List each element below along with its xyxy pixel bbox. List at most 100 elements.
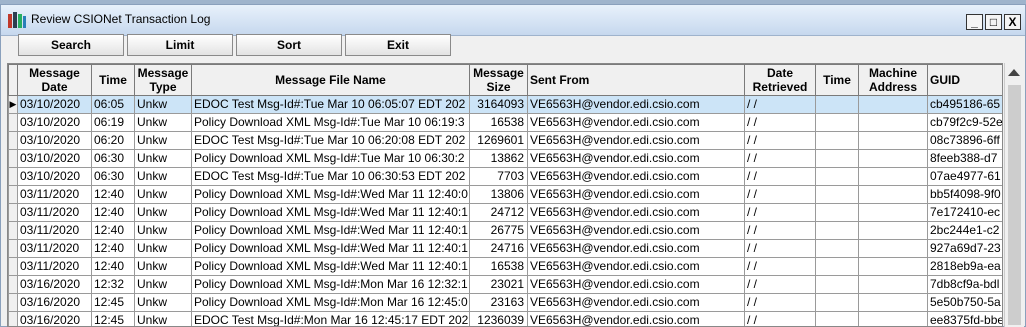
col-message-type[interactable]: Message Type	[134, 64, 192, 96]
cell-time-retrieved	[815, 293, 859, 312]
table-row[interactable]: 03/10/2020 06:30 Unkw Policy Download XML M…	[8, 149, 1002, 168]
cell-type: Unkw	[134, 203, 192, 222]
close-icon: X	[1008, 15, 1017, 29]
row-indicator[interactable]	[8, 311, 18, 326]
table-row[interactable]: 03/11/2020 12:40 Unkw Policy Download XML M…	[8, 239, 1002, 258]
cell-machine-address	[858, 167, 928, 186]
cell-date-retrieved: / /	[744, 239, 816, 258]
table-row[interactable]: 03/10/2020 06:19 Unkw Policy Download XML M…	[8, 113, 1002, 132]
cell-sent-from: VE6563H@vendor.edi.csio.com	[527, 167, 745, 186]
row-indicator[interactable]	[8, 167, 18, 186]
table-row[interactable]: 03/11/2020 12:40 Unkw Policy Download XML M…	[8, 257, 1002, 276]
cell-time: 06:19	[91, 113, 135, 132]
cell-type: Unkw	[134, 131, 192, 150]
cell-time-retrieved	[815, 95, 859, 114]
cell-file-name: EDOC Test Msg-Id#:Tue Mar 10 06:05:07 ED…	[191, 95, 470, 114]
cell-guid: 2818eb9a-ea	[927, 257, 1002, 276]
row-indicator[interactable]	[8, 185, 18, 204]
vertical-scrollbar[interactable]	[1004, 63, 1024, 327]
row-indicator[interactable]	[8, 203, 18, 222]
col-sent-from[interactable]: Sent From	[527, 64, 745, 96]
transaction-grid[interactable]: Message Date Time Message Type Message Fil…	[7, 63, 1003, 327]
scroll-up-icon[interactable]	[1008, 69, 1020, 76]
table-row[interactable]: 03/10/2020 06:30 Unkw EDOC Test Msg-Id#:Tue…	[8, 167, 1002, 186]
cell-machine-address	[858, 311, 928, 326]
app-icon	[8, 12, 26, 28]
cell-sent-from: VE6563H@vendor.edi.csio.com	[527, 293, 745, 312]
cell-date-retrieved: / /	[744, 167, 816, 186]
cell-file-name: Policy Download XML Msg-Id#:Wed Mar 11 1…	[191, 257, 470, 276]
cell-sent-from: VE6563H@vendor.edi.csio.com	[527, 257, 745, 276]
table-row[interactable]: 03/10/2020 06:20 Unkw EDOC Test Msg-Id#:Tue…	[8, 131, 1002, 150]
col-guid[interactable]: GUID	[927, 64, 1002, 96]
cell-time-retrieved	[815, 239, 859, 258]
cell-guid: 8feeb388-d7	[927, 149, 1002, 168]
cell-time-retrieved	[815, 311, 859, 326]
row-indicator[interactable]: ▶	[8, 95, 18, 114]
table-row[interactable]: 03/16/2020 12:45 Unkw Policy Download XML M…	[8, 293, 1002, 312]
col-message-size[interactable]: Message Size	[469, 64, 528, 96]
cell-file-name: Policy Download XML Msg-Id#:Tue Mar 10 0…	[191, 149, 470, 168]
scroll-thumb[interactable]	[1008, 85, 1021, 325]
close-button[interactable]: X	[1004, 14, 1021, 30]
cell-sent-from: VE6563H@vendor.edi.csio.com	[527, 149, 745, 168]
col-time[interactable]: Time	[91, 64, 135, 96]
search-button[interactable]: Search	[18, 34, 124, 56]
table-row[interactable]: 03/16/2020 12:32 Unkw Policy Download XML M…	[8, 275, 1002, 294]
row-indicator[interactable]	[8, 239, 18, 258]
cell-time: 06:20	[91, 131, 135, 150]
cell-machine-address	[858, 131, 928, 150]
row-indicator[interactable]	[8, 149, 18, 168]
sort-button[interactable]: Sort	[236, 34, 342, 56]
cell-machine-address	[858, 95, 928, 114]
cell-guid: cb79f2c9-52e	[927, 113, 1002, 132]
row-indicator[interactable]	[8, 113, 18, 132]
cell-time: 06:05	[91, 95, 135, 114]
cell-time: 12:40	[91, 203, 135, 222]
col-time-retrieved[interactable]: Time	[815, 64, 859, 96]
table-row[interactable]: 03/11/2020 12:40 Unkw Policy Download XML M…	[8, 185, 1002, 204]
col-date-retrieved[interactable]: Date Retrieved	[744, 64, 816, 96]
row-indicator[interactable]	[8, 257, 18, 276]
cell-file-name: Policy Download XML Msg-Id#:Mon Mar 16 1…	[191, 293, 470, 312]
cell-sent-from: VE6563H@vendor.edi.csio.com	[527, 95, 745, 114]
table-row[interactable]: 03/16/2020 12:45 Unkw EDOC Test Msg-Id#:Mon…	[8, 311, 1002, 326]
table-row[interactable]: 03/11/2020 12:40 Unkw Policy Download XML M…	[8, 203, 1002, 222]
row-indicator[interactable]	[8, 221, 18, 240]
row-indicator[interactable]	[8, 275, 18, 294]
limit-button[interactable]: Limit	[127, 34, 233, 56]
cell-date: 03/10/2020	[17, 131, 92, 150]
cell-size: 16538	[469, 113, 528, 132]
cell-sent-from: VE6563H@vendor.edi.csio.com	[527, 275, 745, 294]
table-row[interactable]: ▶ 03/10/2020 06:05 Unkw EDOC Test Msg-Id#:Tu…	[8, 95, 1002, 114]
cell-date-retrieved: / /	[744, 293, 816, 312]
current-row-arrow-icon: ▶	[9, 99, 17, 109]
cell-guid: ee8375fd-bbe	[927, 311, 1002, 326]
row-indicator[interactable]	[8, 293, 18, 312]
cell-time-retrieved	[815, 221, 859, 240]
cell-time-retrieved	[815, 149, 859, 168]
exit-button[interactable]: Exit	[345, 34, 451, 56]
row-indicator-header	[8, 64, 18, 96]
cell-date-retrieved: / /	[744, 113, 816, 132]
cell-type: Unkw	[134, 95, 192, 114]
minimize-button[interactable]: _	[966, 14, 983, 30]
title-bar[interactable]: Review CSIONet Transaction Log _ □ X	[1, 5, 1025, 36]
cell-time-retrieved	[815, 275, 859, 294]
col-message-file-name[interactable]: Message File Name	[191, 64, 470, 96]
col-machine-address[interactable]: Machine Address	[858, 64, 928, 96]
cell-guid: bb5f4098-9f0	[927, 185, 1002, 204]
cell-date: 03/11/2020	[17, 185, 92, 204]
cell-time: 06:30	[91, 149, 135, 168]
cell-date: 03/11/2020	[17, 203, 92, 222]
cell-sent-from: VE6563H@vendor.edi.csio.com	[527, 203, 745, 222]
col-message-date[interactable]: Message Date	[17, 64, 92, 96]
cell-date-retrieved: / /	[744, 203, 816, 222]
maximize-button[interactable]: □	[985, 14, 1002, 30]
cell-date-retrieved: / /	[744, 311, 816, 326]
table-row[interactable]: 03/11/2020 12:40 Unkw Policy Download XML M…	[8, 221, 1002, 240]
cell-date: 03/16/2020	[17, 311, 92, 326]
row-indicator[interactable]	[8, 131, 18, 150]
cell-guid: cb495186-65	[927, 95, 1002, 114]
cell-machine-address	[858, 221, 928, 240]
